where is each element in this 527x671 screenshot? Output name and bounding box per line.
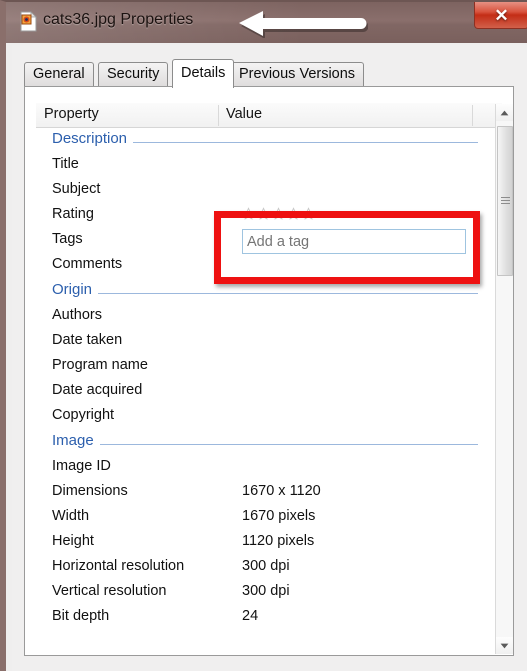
- tab-general[interactable]: General: [24, 62, 94, 87]
- property-label: Title: [52, 156, 79, 172]
- column-header-value[interactable]: Value: [226, 106, 262, 122]
- section-title: Description: [52, 130, 134, 147]
- property-label: Comments: [52, 256, 123, 272]
- property-label: Date taken: [52, 332, 123, 348]
- tab-strip: General Security Details Previous Versio…: [24, 59, 514, 88]
- image-file-icon: [20, 11, 37, 32]
- table-row[interactable]: Copyright: [36, 405, 486, 430]
- property-label: Bit depth: [52, 608, 110, 624]
- property-value[interactable]: 300 dpi: [242, 558, 290, 574]
- star-icon: [272, 207, 285, 220]
- star-icon: [302, 207, 315, 220]
- table-row[interactable]: Comments: [36, 254, 486, 279]
- vertical-scrollbar[interactable]: [495, 104, 513, 654]
- table-row[interactable]: Dimensions 1670 x 1120: [36, 481, 486, 506]
- close-button[interactable]: ✕: [474, 2, 527, 29]
- property-value[interactable]: 1670 x 1120: [242, 483, 321, 499]
- property-value[interactable]: 1120 pixels: [242, 533, 314, 549]
- property-label: Image ID: [52, 458, 111, 474]
- table-row[interactable]: Program name: [36, 355, 486, 380]
- property-label: Copyright: [52, 407, 115, 423]
- scrollbar-thumb[interactable]: [497, 126, 513, 276]
- section-title: Image: [52, 432, 100, 449]
- property-label: Dimensions: [52, 483, 128, 499]
- property-label: Horizontal resolution: [52, 558, 185, 574]
- table-row[interactable]: Image ID: [36, 456, 486, 481]
- property-value[interactable]: 24: [242, 608, 258, 624]
- section-title: Origin: [52, 281, 99, 298]
- dialog-body: General Security Details Previous Versio…: [12, 45, 527, 671]
- property-label: Vertical resolution: [52, 583, 167, 599]
- property-label: Height: [52, 533, 94, 549]
- table-row[interactable]: Bit depth 24: [36, 606, 486, 631]
- column-header-property[interactable]: Property: [44, 106, 99, 122]
- star-icon: [257, 207, 270, 220]
- chevron-up-icon: [500, 110, 509, 115]
- table-row-tags[interactable]: Tags: [36, 229, 486, 254]
- left-arrow-annotation: [234, 8, 369, 39]
- section-header-description: Description: [36, 128, 486, 154]
- table-row[interactable]: Authors: [36, 305, 486, 330]
- scroll-down-button[interactable]: [496, 637, 513, 654]
- table-row[interactable]: Horizontal resolution 300 dpi: [36, 556, 486, 581]
- scrollbar-grip-icon: [501, 197, 510, 205]
- column-divider[interactable]: [218, 105, 219, 126]
- property-rows: Description Title Subject Rating Tags Ad…: [36, 128, 486, 652]
- table-row[interactable]: Date taken: [36, 330, 486, 355]
- section-rule: [52, 444, 478, 445]
- tag-input[interactable]: [242, 229, 466, 254]
- properties-window: cats36.jpg Properties ✕ General Security…: [0, 0, 527, 671]
- column-divider[interactable]: [472, 105, 473, 126]
- tab-previous-versions[interactable]: Previous Versions: [230, 62, 365, 87]
- table-row[interactable]: Subject: [36, 179, 486, 204]
- rating-stars[interactable]: [242, 207, 315, 220]
- table-row[interactable]: Title: [36, 154, 486, 179]
- tab-security[interactable]: Security: [98, 62, 169, 87]
- property-label: Program name: [52, 357, 148, 373]
- property-label: Subject: [52, 181, 101, 197]
- property-value[interactable]: 300 dpi: [242, 583, 290, 599]
- table-row[interactable]: Date acquired: [36, 380, 486, 405]
- table-row-rating[interactable]: Rating: [36, 204, 486, 229]
- property-value[interactable]: 1670 pixels: [242, 508, 315, 524]
- property-label: Authors: [52, 307, 102, 323]
- close-icon: ✕: [494, 5, 509, 25]
- window-title: cats36.jpg Properties: [43, 11, 194, 28]
- chevron-down-icon: [500, 643, 509, 648]
- property-label: Width: [52, 508, 90, 524]
- section-header-origin: Origin: [36, 279, 486, 305]
- table-row[interactable]: Height 1120 pixels: [36, 531, 486, 556]
- star-icon: [242, 207, 255, 220]
- property-label: Tags: [52, 231, 83, 247]
- section-header-image: Image: [36, 430, 486, 456]
- table-row[interactable]: Vertical resolution 300 dpi: [36, 581, 486, 606]
- star-icon: [287, 207, 300, 220]
- tab-details[interactable]: Details: [172, 59, 235, 88]
- list-column-header: Property Value: [36, 103, 502, 128]
- scroll-up-button[interactable]: [496, 104, 513, 121]
- table-row[interactable]: Width 1670 pixels: [36, 506, 486, 531]
- property-label: Date acquired: [52, 382, 143, 398]
- section-rule: [52, 293, 478, 294]
- property-label: Rating: [52, 206, 94, 222]
